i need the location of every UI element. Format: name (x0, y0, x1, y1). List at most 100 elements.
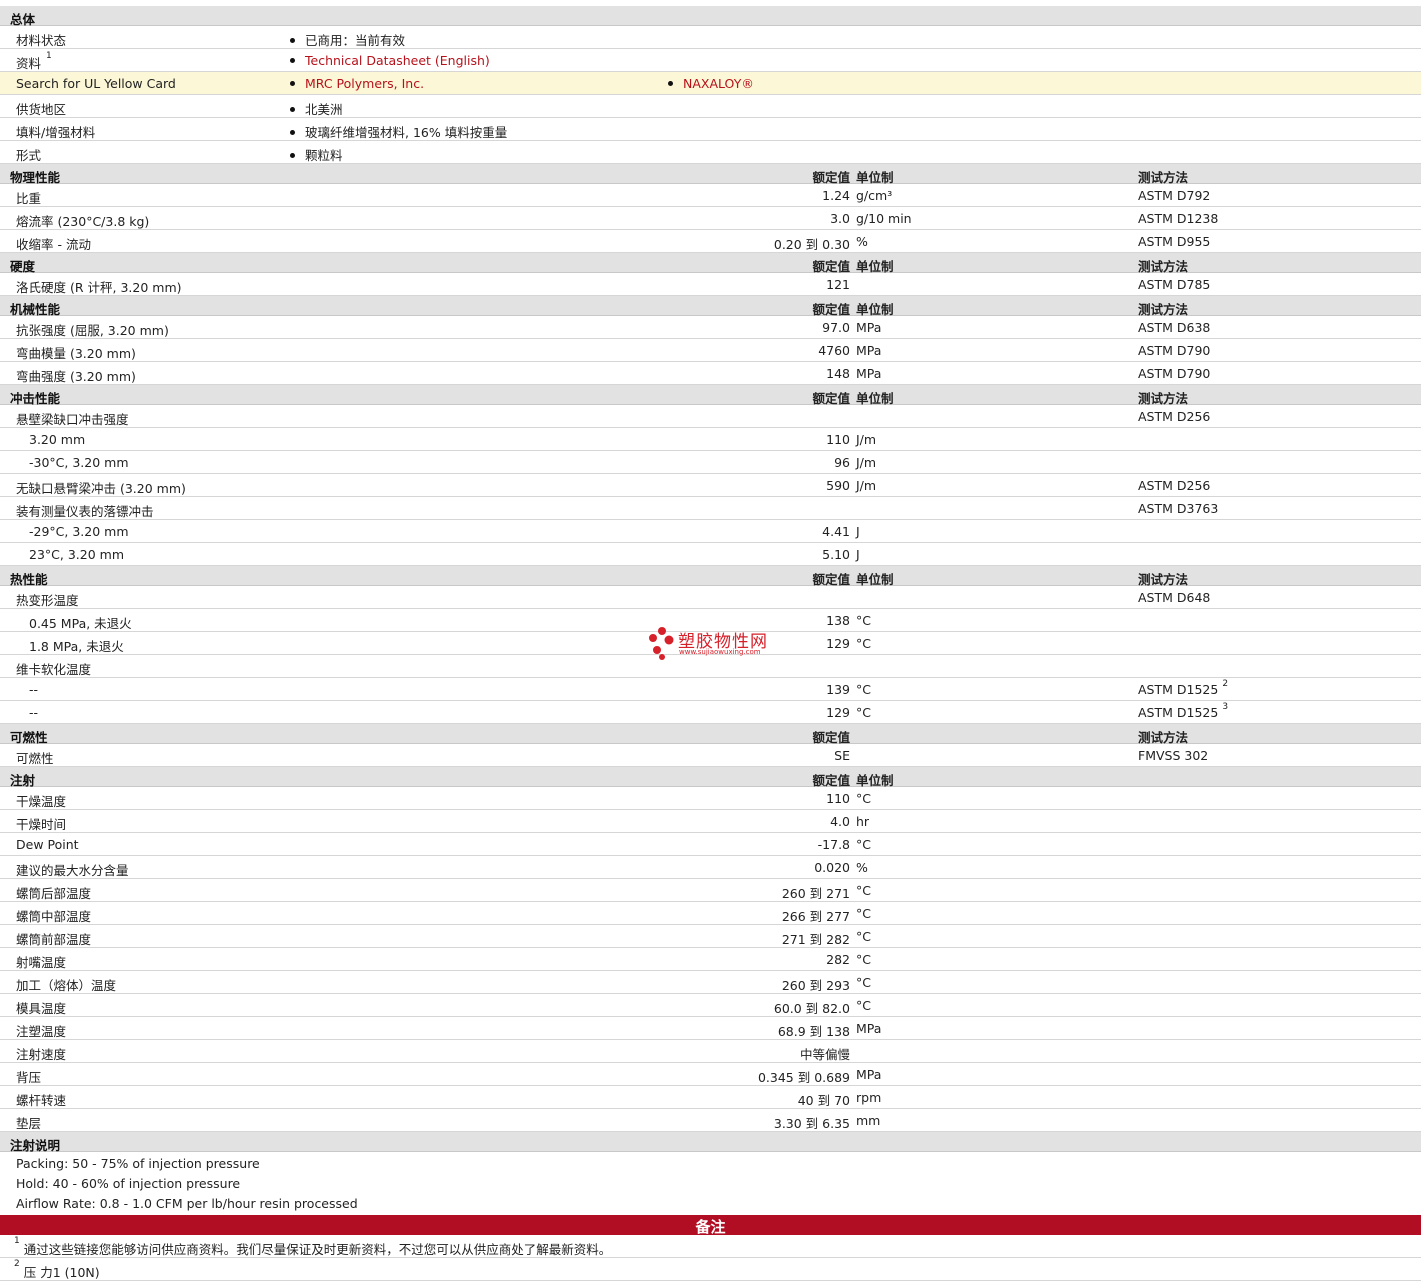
property-label: -- (29, 705, 39, 720)
property-unit: J/m (856, 432, 877, 447)
test-method-text: ASTM D785 (1138, 277, 1211, 292)
general-value-item[interactable]: Technical Datasheet (English) (290, 53, 490, 68)
property-unit: °C (856, 975, 871, 990)
section-header: 注射 额定值 单位制 (0, 767, 1421, 788)
property-unit: % (856, 860, 868, 875)
property-row: 洛氏硬度 (R 计秤, 3.20 mm) 121 ASTM D785 (0, 273, 1421, 296)
property-unit: rpm (856, 1090, 882, 1105)
test-method: ASTM D1525 3 (1138, 702, 1228, 720)
property-row: 热变形温度 ASTM D648 (0, 586, 1421, 609)
footnote-number: 2 (14, 1259, 20, 1269)
watermark-url: www.sujiaowuxing.com (679, 648, 761, 656)
property-label: 注塑温度 (16, 1024, 67, 1039)
property-row: 干燥温度 110 °C (0, 787, 1421, 810)
footnote-text: 1 通过这些链接您能够访问供应商资料。我们尽量保证及时更新资料，不过您可以从供应… (14, 1236, 612, 1258)
property-label: 3.20 mm (29, 432, 86, 447)
property-row: 可燃性 SE FMVSS 302 (0, 744, 1421, 767)
property-row: 垫层 3.30 到 6.35 mm (0, 1109, 1421, 1132)
general-value-item[interactable]: MRC Polymers, Inc. (290, 76, 424, 91)
property-unit: °C (856, 636, 871, 651)
property-row: 螺杆转速 40 到 70 rpm (0, 1086, 1421, 1109)
property-unit: J/m (856, 478, 877, 493)
property-row: 3.20 mm 110 J/m (0, 428, 1421, 451)
datasheet-link[interactable]: Technical Datasheet (English) (305, 53, 490, 68)
property-label: 弯曲模量 (3.20 mm) (16, 346, 136, 361)
property-unit: °C (856, 791, 871, 806)
property-value: 148 (826, 366, 850, 381)
injection-notes: Packing: 50 - 75% of injection pressure H… (0, 1152, 1421, 1215)
footnote-content: 通过这些链接您能够访问供应商资料。我们尽量保证及时更新资料，不过您可以从供应商处… (23, 1242, 612, 1257)
property-value: 271 到 282 (781, 932, 850, 947)
property-row: 干燥时间 4.0 hr (0, 810, 1421, 833)
property-label: 热变形温度 (16, 593, 79, 608)
property-value: 0.345 到 0.689 (757, 1070, 850, 1085)
property-row: 螺筒前部温度 271 到 282 °C (0, 925, 1421, 948)
remarks-title: 备注 (695, 1218, 726, 1236)
footnote-ref: 2 (1222, 679, 1229, 689)
property-value: 68.9 到 138 (777, 1024, 850, 1039)
bullet-icon (290, 153, 295, 158)
general-value-item: 北美洲 (290, 99, 343, 118)
property-label: 1.8 MPa, 未退火 (29, 639, 124, 654)
property-value: -17.8 (817, 837, 850, 852)
property-row: -- 139 °C ASTM D1525 2 (0, 678, 1421, 701)
property-value: 96 (834, 455, 850, 470)
test-method: ASTM D792 (1138, 188, 1210, 203)
property-label: 螺筒后部温度 (16, 886, 92, 901)
property-unit: g/cm³ (856, 188, 893, 203)
property-row: 背压 0.345 到 0.689 MPa (0, 1063, 1421, 1086)
property-row: 注射速度 中等偏慢 (0, 1040, 1421, 1063)
property-label: 垫层 (16, 1116, 42, 1131)
property-value: 5.10 (822, 547, 850, 562)
property-row: -30°C, 3.20 mm 96 J/m (0, 451, 1421, 474)
property-row: 收缩率 - 流动 0.20 到 0.30% ASTM D955 (0, 230, 1421, 253)
property-label: 弯曲强度 (3.20 mm) (16, 369, 136, 384)
property-value: 266 到 277 (781, 909, 850, 924)
property-value: 282 (826, 952, 850, 967)
datasheet-link[interactable]: MRC Polymers, Inc. (305, 76, 424, 91)
property-label: 23°C, 3.20 mm (29, 547, 124, 562)
section-header: 硬度 额定值 单位制 测试方法 (0, 253, 1421, 274)
property-value: 3.0 (830, 211, 850, 226)
general-value: 已商用：当前有效 (305, 33, 406, 48)
property-value: 4.0 (830, 814, 850, 829)
property-label: 模具温度 (16, 1001, 67, 1016)
property-unit: MPa (856, 366, 882, 381)
property-label: 螺筒前部温度 (16, 932, 92, 947)
test-method: ASTM D256 (1138, 478, 1210, 493)
general-row-label: 材料状态 (16, 33, 67, 48)
property-row: Dew Point -17.8 °C (0, 833, 1421, 856)
test-method: ASTM D1238 (1138, 211, 1218, 226)
general-value-item: 已商用：当前有效 (290, 30, 405, 49)
property-row: 注塑温度 68.9 到 138 MPa (0, 1017, 1421, 1040)
property-label: 悬壁梁缺口冲击强度 (16, 412, 129, 427)
footnote-text: 2 压 力1 (10N) (14, 1259, 100, 1281)
injection-note-line: Packing: 50 - 75% of injection pressure (16, 1156, 260, 1171)
property-unit: °C (856, 998, 871, 1013)
test-method: FMVSS 302 (1138, 748, 1208, 763)
property-unit: MPa (856, 1067, 882, 1082)
property-row: 无缺口悬臂梁冲击 (3.20 mm) 590 J/m ASTM D256 (0, 474, 1421, 497)
property-label: 熔流率 (230°C/3.8 kg) (16, 214, 150, 229)
property-value: 0.20 到 0.30 (773, 237, 850, 252)
property-unit: °C (856, 837, 871, 852)
property-row: 比重 1.24 g/cm³ ASTM D792 (0, 184, 1421, 207)
test-method: ASTM D790 (1138, 366, 1210, 381)
property-unit: hr (856, 814, 870, 829)
property-value: 4760 (818, 343, 850, 358)
test-method-text: ASTM D648 (1138, 590, 1211, 605)
datasheet-link[interactable]: NAXALOY® (683, 76, 754, 91)
test-method-text: ASTM D790 (1138, 343, 1211, 358)
general-value-item[interactable]: NAXALOY® (668, 76, 754, 91)
property-label: 建议的最大水分含量 (16, 863, 129, 878)
test-method-text: ASTM D955 (1138, 234, 1211, 249)
watermark-logo-icon (649, 627, 674, 660)
property-label: 干燥温度 (16, 794, 67, 809)
property-value: 40 到 70 (797, 1093, 850, 1108)
property-label: -- (29, 682, 39, 697)
test-method: ASTM D3763 (1138, 501, 1218, 516)
section-header: 冲击性能 额定值 单位制 测试方法 (0, 385, 1421, 406)
property-value: 138 (826, 613, 850, 628)
property-value: 121 (826, 277, 850, 292)
property-row: -29°C, 3.20 mm 4.41 J (0, 520, 1421, 543)
